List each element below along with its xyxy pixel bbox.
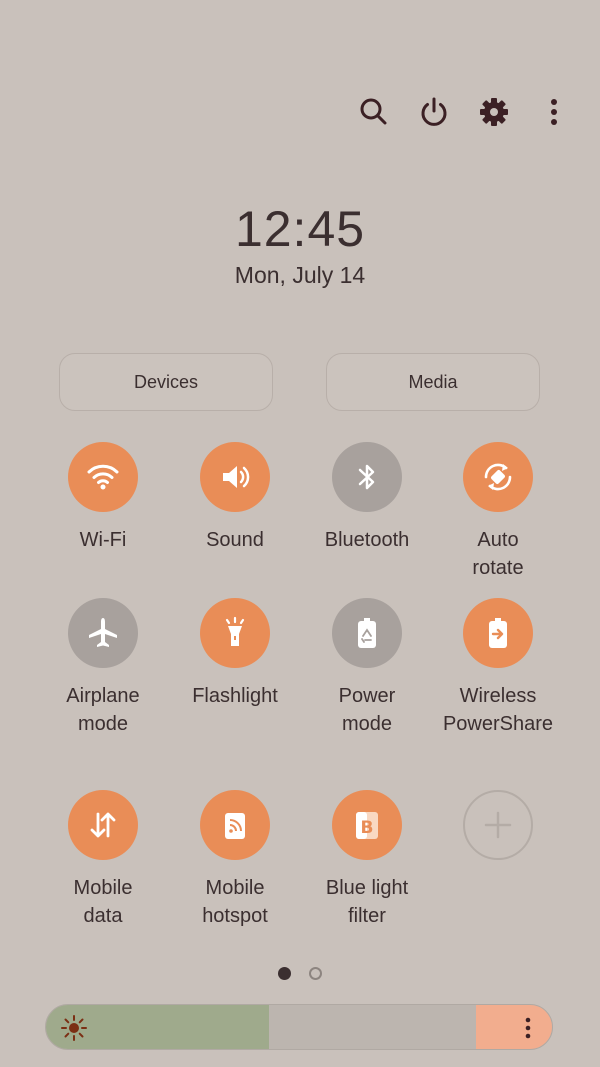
plus-icon[interactable] (463, 790, 533, 860)
devices-button[interactable]: Devices (59, 353, 273, 411)
tile-mobile-data[interactable]: Mobile data (38, 790, 168, 930)
brightness-slider[interactable] (45, 1004, 553, 1050)
tile-label: Auto rotate (472, 529, 524, 579)
tile-airplane-mode[interactable]: Airplane mode (38, 598, 168, 738)
tile-flashlight[interactable]: Flashlight (170, 598, 300, 710)
airplane-icon[interactable] (68, 598, 138, 668)
tile-bluetooth[interactable]: Bluetooth (302, 442, 432, 554)
tile-label: Sound (206, 529, 264, 551)
page-dot-2[interactable] (309, 967, 322, 980)
search-icon[interactable] (356, 94, 392, 130)
tile-auto-rotate[interactable]: Auto rotate (433, 442, 563, 582)
tile-label: Power mode (338, 685, 396, 735)
battery-recycle-icon[interactable] (332, 598, 402, 668)
gear-icon[interactable] (476, 94, 512, 130)
more-vert-icon[interactable] (536, 94, 572, 130)
page-indicator (278, 967, 322, 980)
tile-label: Wi-Fi (79, 529, 127, 551)
wifi-icon[interactable] (68, 442, 138, 512)
blue-light-icon[interactable]: B (332, 790, 402, 860)
rotate-icon[interactable] (463, 442, 533, 512)
tile-label: Airplane mode (66, 685, 140, 735)
tile-label: Mobile hotspot (202, 877, 268, 927)
tile-mobile-hotspot[interactable]: Mobile hotspot (170, 790, 300, 930)
tile-wireless-powershare[interactable]: Wireless PowerShare (433, 598, 563, 738)
flashlight-icon[interactable] (200, 598, 270, 668)
tile-label: Blue light filter (325, 877, 409, 927)
tile-power-mode[interactable]: Power mode (302, 598, 432, 738)
powershare-icon[interactable] (463, 598, 533, 668)
bluetooth-icon[interactable] (332, 442, 402, 512)
tile-label: Wireless PowerShare (442, 685, 554, 735)
speaker-icon[interactable] (200, 442, 270, 512)
tile-label: Mobile data (73, 877, 133, 927)
page-dot-1[interactable] (278, 967, 291, 980)
tile-sound[interactable]: Sound (170, 442, 300, 554)
clock-date[interactable]: Mon, July 14 (0, 262, 600, 289)
tile-label: Flashlight (192, 685, 278, 707)
data-arrows-icon[interactable] (68, 790, 138, 860)
top-action-bar (356, 94, 572, 130)
tile-blue-light-filter[interactable]: B Blue light filter (302, 790, 432, 930)
media-button[interactable]: Media (326, 353, 540, 411)
tile-wifi[interactable]: Wi-Fi (38, 442, 168, 554)
power-icon[interactable] (416, 94, 452, 130)
svg-text:B: B (361, 818, 374, 838)
tile-label: Bluetooth (324, 529, 410, 551)
tile-add[interactable] (433, 790, 563, 860)
sun-icon (61, 1015, 87, 1041)
brightness-more-icon[interactable] (514, 1014, 542, 1042)
clock-time[interactable]: 12:45 (0, 200, 600, 258)
hotspot-icon[interactable] (200, 790, 270, 860)
